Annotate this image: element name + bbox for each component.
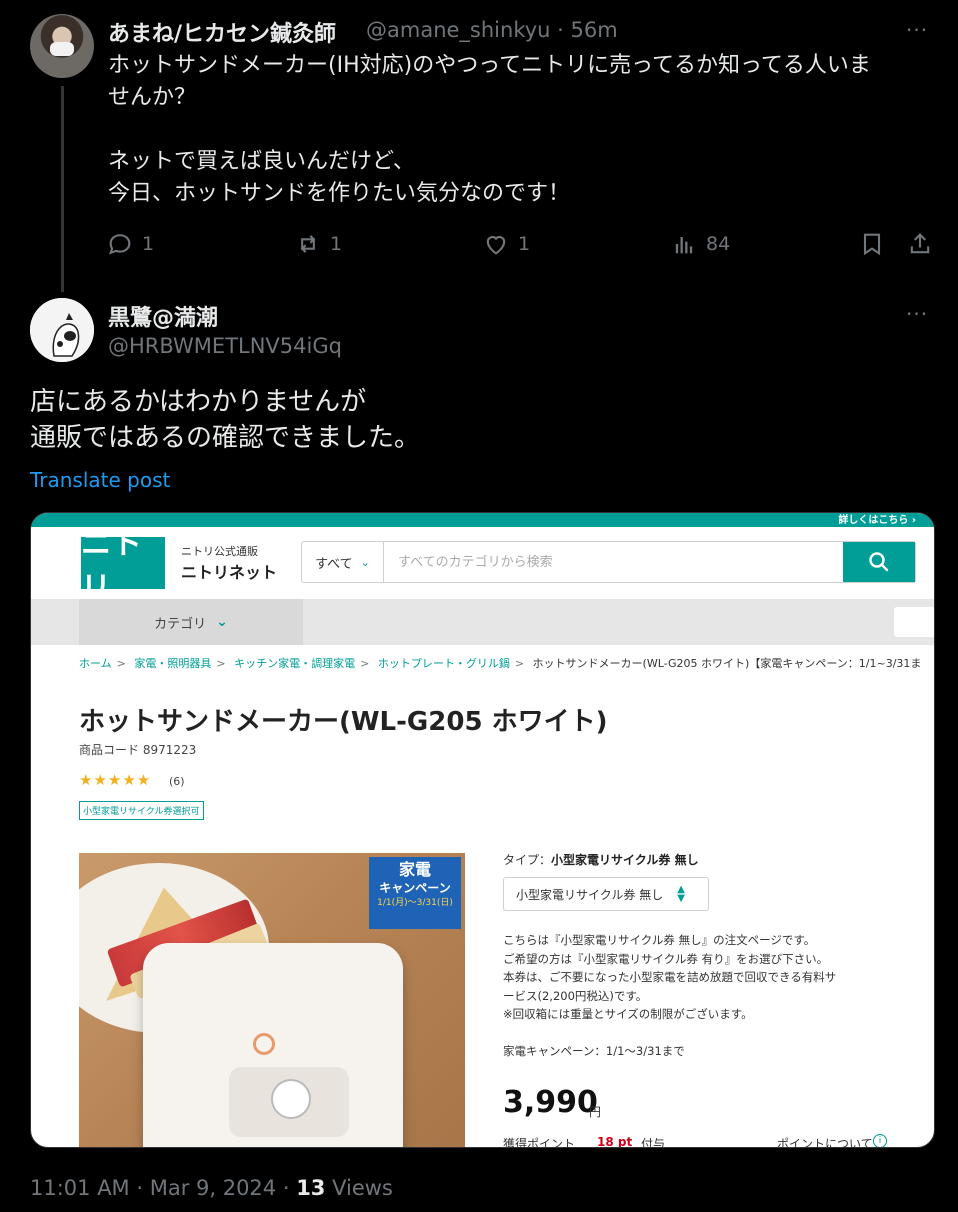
campaign-badge-title: 家電 — [398, 860, 431, 879]
review-count: (6) — [169, 775, 185, 788]
thread-line — [61, 86, 64, 292]
reply-icon — [108, 234, 131, 255]
points-row: 獲得ポイント 18 pt 付与 ポイントについて i — [503, 1134, 893, 1148]
like-count: 1 — [518, 233, 531, 255]
attached-image[interactable]: 詳しくはこちら › ニトリ ニトリ公式通販 ニトリネット すべて ⌄ カテゴリ … — [30, 512, 935, 1148]
campaign-period: 家電キャンペーン：1/1～3/31まで — [503, 1044, 685, 1058]
reply-author-avatar[interactable] — [30, 298, 94, 362]
post-views-label: Views — [325, 1176, 393, 1200]
points-label: 獲得ポイント — [503, 1137, 576, 1148]
category-navbar: カテゴリ ⌄ — [31, 599, 934, 645]
price-unit: 円 — [589, 1105, 602, 1119]
hot-sand-maker-illustration — [143, 943, 403, 1147]
logo-subtitle: ニトリ公式通販 — [181, 545, 258, 558]
reply-author-name[interactable]: 黒鷺@満潮 — [108, 300, 218, 332]
search-button — [843, 542, 915, 582]
more-options-icon[interactable]: ··· — [906, 18, 928, 42]
author-name[interactable]: あまね/ヒカセン鍼灸師 — [108, 16, 336, 48]
search-category-label: すべて — [315, 556, 353, 572]
product-image: 家電 キャンペーン 1/1(月)～3/31(日) — [79, 853, 465, 1147]
product-code: 商品コード 8971223 — [79, 743, 197, 757]
breadcrumb-appliances: 家電・照明器具 — [134, 657, 212, 670]
reply-count: 1 — [142, 233, 155, 255]
breadcrumb-current: ホットサンドメーカー(WL-G205 ホワイト)【家電キャンペーン：1/1~3/… — [532, 657, 922, 670]
promo-banner: 詳しくはこちら › — [31, 513, 934, 527]
nav-right-box — [894, 607, 934, 637]
breadcrumb-hotplate: ホットプレート・グリル鍋 — [377, 657, 510, 670]
type-line: タイプ：小型家電リサイクル券 無し — [503, 851, 699, 868]
author-avatar[interactable] — [30, 14, 94, 78]
reply-more-options-icon[interactable]: ··· — [906, 302, 928, 326]
heart-icon — [486, 236, 506, 255]
repost-count: 1 — [330, 233, 343, 255]
nitori-logo: ニトリ — [81, 527, 165, 606]
points-suffix: 付与 — [641, 1137, 666, 1148]
tweet-text: ホットサンドメーカー(IH対応)のやつってニトリに売ってるか知ってる人いま せん… — [108, 53, 871, 206]
site-search: すべて ⌄ — [301, 541, 916, 583]
campaign-badge-subtitle: キャンペーン — [379, 881, 451, 895]
breadcrumb: ホーム > 家電・照明器具 > キッチン家電・調理家電 > ホットプレート・グリル鍋 >… — [79, 657, 922, 670]
post-time: 11:01 AM · Mar 9, 2024 · — [30, 1176, 297, 1200]
product-title: ホットサンドメーカー(WL-G205 ホワイト) — [79, 707, 608, 737]
type-select-value: 小型家電リサイクル券 無し — [516, 887, 664, 902]
breadcrumb-home: ホーム — [79, 657, 112, 670]
type-select: 小型家電リサイクル券 無し ▲ ▼ — [503, 877, 709, 911]
info-icon: i — [873, 1134, 887, 1147]
points-about-link: ポイントについて — [777, 1137, 873, 1148]
recycle-ticket-tag: 小型家電リサイクル券選択可 — [79, 801, 204, 820]
search-icon — [869, 552, 889, 572]
share-button[interactable] — [906, 228, 934, 260]
product-price: 3,990 — [503, 1085, 598, 1120]
type-value: 小型家電リサイクル券 無し — [551, 853, 699, 867]
reply-button[interactable]: 1 — [106, 228, 154, 260]
type-label: タイプ： — [503, 853, 552, 867]
repost-button[interactable]: 1 — [294, 228, 342, 260]
views-button[interactable]: 84 — [670, 228, 730, 260]
share-icon — [910, 233, 930, 254]
like-button[interactable]: 1 — [482, 228, 530, 260]
view-count: 84 — [706, 233, 731, 255]
repost-icon — [300, 235, 316, 253]
banner-details-link: 詳しくはこちら › — [838, 515, 916, 526]
breadcrumb-kitchen: キッチン家電・調理家電 — [234, 657, 356, 670]
points-value: 18 pt — [597, 1135, 633, 1148]
author-handle-time[interactable]: @amane_shinkyu · 56m — [366, 18, 618, 42]
category-button: カテゴリ ⌄ — [79, 599, 303, 645]
cat-avatar-icon — [30, 298, 94, 362]
select-arrows-icon: ▲ ▼ — [677, 884, 685, 904]
category-label: カテゴリ — [154, 616, 207, 632]
translate-post-link[interactable]: Translate post — [30, 468, 170, 492]
search-category-select: すべて ⌄ — [302, 542, 384, 582]
campaign-badge: 家電 キャンペーン 1/1(月)～3/31(日) — [369, 857, 461, 929]
post-timestamp: 11:01 AM · Mar 9, 2024 · 13 Views — [30, 1176, 393, 1200]
search-input — [384, 542, 843, 582]
bookmark-button[interactable] — [858, 228, 886, 260]
reply-text: 店にあるかはわかりませんが 通販ではあるの確認できました。 — [30, 387, 421, 453]
recycle-notes: こちらは『小型家電リサイクル券 無し』の注文ページです。 ご希望の方は『小型家電… — [503, 933, 837, 1021]
chevron-down-icon: ⌄ — [216, 614, 228, 630]
chevron-down-icon: ⌄ — [360, 555, 370, 569]
post-views-count: 13 — [296, 1176, 326, 1200]
analytics-icon — [675, 237, 693, 254]
logo-title: ニトリネット — [181, 563, 278, 582]
bookmark-icon — [863, 233, 881, 256]
campaign-badge-dates: 1/1(月)～3/31(日) — [377, 898, 453, 908]
rating-stars: ★★★★★ — [79, 771, 152, 789]
reply-author-handle[interactable]: @HRBWMETLNV54iGq — [108, 334, 342, 358]
